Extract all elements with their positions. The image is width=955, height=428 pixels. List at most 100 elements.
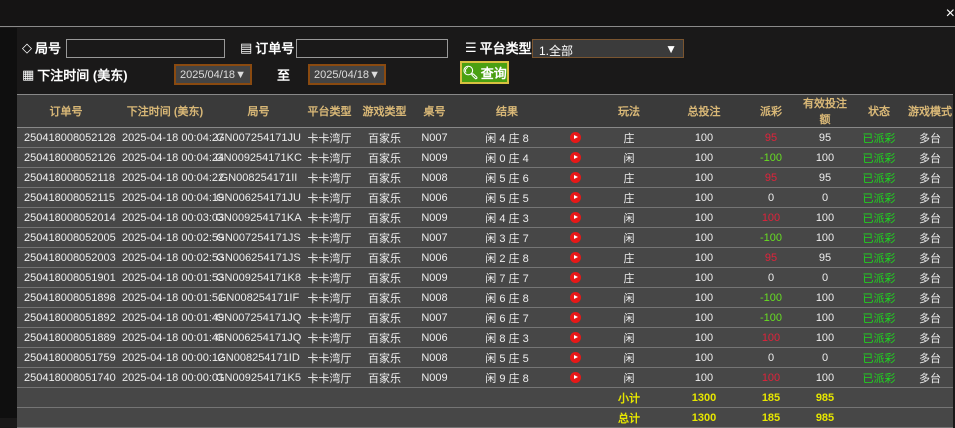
video-cell[interactable] — [557, 127, 593, 148]
round-id: GN009254171KC — [215, 147, 302, 168]
to-label: 至 — [277, 68, 291, 83]
column-header: 有效投注额 — [799, 94, 851, 128]
table-row: 250418008051889 2025-04-18 00:01:46 GN0062… — [17, 327, 953, 348]
empty-cell — [457, 387, 557, 408]
total-bet: 100 — [665, 307, 743, 328]
order-id: 250418008052014 — [17, 207, 116, 228]
bet-type: 闲 — [593, 327, 665, 348]
bet-type: 闲 — [593, 307, 665, 328]
subtotal-valid-bet: 985 — [799, 387, 851, 408]
platform: 卡卡湾厅 — [302, 367, 357, 388]
video-cell[interactable] — [557, 247, 593, 268]
play-video-icon[interactable] — [569, 252, 581, 264]
column-header: 派彩 — [743, 94, 799, 128]
bet-time: 2025-04-18 00:02:53 — [115, 247, 224, 268]
play-video-icon[interactable] — [569, 132, 581, 144]
platform: 卡卡湾厅 — [302, 127, 357, 148]
valid-bet: 0 — [799, 267, 851, 288]
play-video-icon[interactable] — [569, 312, 581, 324]
bet-time: 2025-04-18 00:04:19 — [115, 187, 224, 208]
column-header: 局号 — [215, 94, 302, 128]
column-header: 玩法 — [593, 94, 665, 128]
platform-select[interactable]: 1.全部 ▼ — [532, 39, 684, 58]
video-cell[interactable] — [557, 147, 593, 168]
total-bet: 100 — [665, 367, 743, 388]
column-header — [557, 94, 593, 128]
table-row: 250418008052005 2025-04-18 00:02:59 GN0072… — [17, 227, 953, 248]
play-video-icon[interactable] — [569, 292, 581, 304]
video-cell[interactable] — [557, 307, 593, 328]
video-cell[interactable] — [557, 187, 593, 208]
play-video-icon[interactable] — [569, 192, 581, 204]
game-type: 百家乐 — [357, 307, 412, 328]
bet-time: 2025-04-18 00:01:49 — [115, 307, 224, 328]
video-cell[interactable] — [557, 367, 593, 388]
bet-type: 庄 — [593, 247, 665, 268]
total-bet: 100 — [665, 347, 743, 368]
close-icon[interactable]: × — [946, 5, 955, 23]
table-row: 250418008051759 2025-04-18 00:00:12 GN0082… — [17, 347, 953, 368]
status-badge: 已派彩 — [851, 167, 907, 188]
order-id: 250418008051901 — [17, 267, 116, 288]
column-header: 桌号 — [412, 94, 457, 128]
game-type: 百家乐 — [357, 127, 412, 148]
game-type: 百家乐 — [357, 267, 412, 288]
status-badge: 已派彩 — [851, 267, 907, 288]
play-video-icon[interactable] — [569, 352, 581, 364]
valid-bet: 100 — [799, 307, 851, 328]
play-video-icon[interactable] — [569, 172, 581, 184]
platform: 卡卡湾厅 — [302, 287, 357, 308]
table-no: N008 — [412, 167, 457, 188]
column-header: 结果 — [457, 94, 557, 128]
game-type: 百家乐 — [357, 287, 412, 308]
play-video-icon[interactable] — [569, 212, 581, 224]
payout: 95 — [743, 247, 799, 268]
date-to-picker[interactable]: 2025/04/18▼ — [308, 64, 386, 85]
play-video-icon[interactable] — [569, 332, 581, 344]
table-row: 250418008052126 2025-04-18 00:04:24 GN0092… — [17, 147, 953, 168]
total-bet: 100 — [665, 187, 743, 208]
column-header: 状态 — [851, 94, 907, 128]
subtotal-label: 小计 — [593, 387, 665, 408]
game-mode: 多台 — [907, 267, 953, 288]
round-id: GN008254171II — [215, 167, 302, 188]
play-video-icon[interactable] — [569, 372, 581, 384]
result: 闲 5 庄 5 — [457, 347, 557, 368]
order-input[interactable] — [296, 39, 448, 58]
table-row: 250418008051898 2025-04-18 00:01:51 GN0082… — [17, 287, 953, 308]
play-video-icon[interactable] — [569, 272, 581, 284]
video-cell[interactable] — [557, 327, 593, 348]
video-cell[interactable] — [557, 347, 593, 368]
result: 闲 3 庄 7 — [457, 227, 557, 248]
video-cell[interactable] — [557, 167, 593, 188]
video-cell[interactable] — [557, 267, 593, 288]
round-input[interactable] — [66, 39, 225, 58]
game-mode: 多台 — [907, 147, 953, 168]
game-mode: 多台 — [907, 227, 953, 248]
video-cell[interactable] — [557, 287, 593, 308]
video-cell[interactable] — [557, 207, 593, 228]
bet-type: 闲 — [593, 227, 665, 248]
subtotal-total-bet: 1300 — [665, 387, 743, 408]
play-video-icon[interactable] — [569, 152, 581, 164]
result: 闲 6 庄 7 — [457, 307, 557, 328]
top-bar: × — [0, 0, 955, 27]
bet-time: 2025-04-18 00:01:46 — [115, 327, 224, 348]
order-label: ▤ 订单号 — [240, 39, 295, 57]
total-bet: 100 — [665, 247, 743, 268]
payout: 100 — [743, 327, 799, 348]
total-bet: 100 — [665, 147, 743, 168]
valid-bet: 0 — [799, 187, 851, 208]
play-video-icon[interactable] — [569, 232, 581, 244]
table-row: 250418008052128 2025-04-18 00:04:27 GN0072… — [17, 127, 953, 148]
video-cell[interactable] — [557, 227, 593, 248]
date-from-picker[interactable]: 2025/04/18▼ — [174, 64, 252, 85]
empty-cell — [215, 387, 302, 408]
order-id: 250418008051898 — [17, 287, 116, 308]
platform: 卡卡湾厅 — [302, 167, 357, 188]
query-button[interactable]: 🔍︎ 查询 — [460, 61, 509, 84]
table-row: 250418008051740 2025-04-18 00:00:01 GN0092… — [17, 367, 953, 388]
round-id: GN007254171JS — [215, 227, 302, 248]
subtotal-payout: 185 — [743, 387, 799, 408]
status-badge: 已派彩 — [851, 307, 907, 328]
